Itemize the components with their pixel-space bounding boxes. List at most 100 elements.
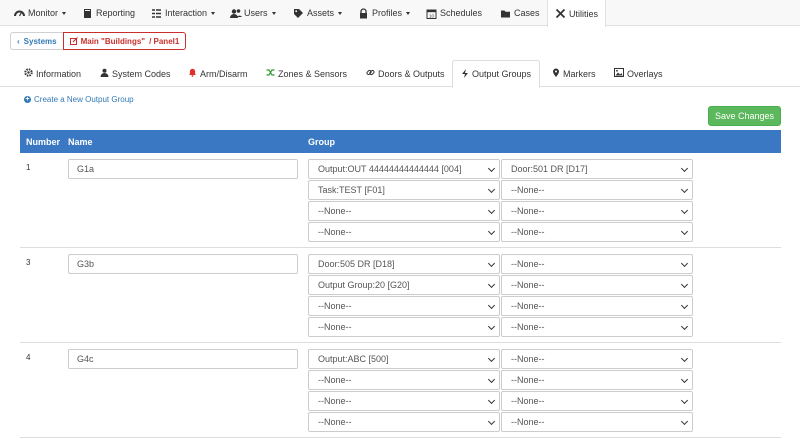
nav-monitor-label: Monitor: [28, 8, 59, 18]
nav-reporting-label: Reporting: [96, 8, 136, 18]
wrench-icon: [555, 8, 566, 19]
book-icon: [82, 8, 93, 19]
link-icon: [366, 68, 375, 79]
nav-interaction[interactable]: Interaction: [151, 0, 216, 26]
tab-markers[interactable]: Markers: [552, 60, 596, 87]
tab-doors-outputs[interactable]: Doors & Outputs: [366, 60, 445, 87]
group-member-select[interactable]: Output:OUT 44444444444444 [004]: [308, 159, 500, 179]
select-value: Output:OUT 44444444444444 [004]: [318, 164, 462, 174]
tab-system-codes-label: System Codes: [112, 68, 171, 79]
group-member-select[interactable]: Output Group:20 [G20]: [308, 275, 500, 295]
chevron-down-icon: [487, 301, 496, 310]
chevron-down-icon: [271, 11, 276, 15]
map-marker-icon: [552, 68, 560, 79]
group-member-select[interactable]: --None--: [501, 370, 693, 390]
row-number: 3: [26, 258, 31, 267]
select-value: Output:ABC [500]: [318, 354, 389, 364]
select-value: --None--: [318, 301, 352, 311]
group-member-select[interactable]: --None--: [308, 370, 500, 390]
table-row: 4 G4c Output:ABC [500] --None-- --None--…: [20, 343, 781, 438]
nav-assets[interactable]: Assets: [293, 0, 343, 26]
group-member-select[interactable]: --None--: [501, 201, 693, 221]
edit-icon: [69, 37, 78, 45]
nav-utilities[interactable]: Utilities: [547, 0, 607, 27]
group-member-select[interactable]: --None--: [501, 275, 693, 295]
group-member-select[interactable]: --None--: [501, 391, 693, 411]
group-member-select[interactable]: --None--: [501, 180, 693, 200]
tab-markers-label: Markers: [563, 68, 596, 79]
row-number: 1: [26, 163, 31, 172]
nav-reporting[interactable]: Reporting: [82, 0, 135, 26]
group-member-select[interactable]: --None--: [501, 412, 693, 432]
create-output-group-link[interactable]: + Create a New Output Group: [24, 95, 134, 104]
chevron-down-icon: [680, 206, 689, 215]
table-row: 3 G3b Door:505 DR [D18] --None-- Output …: [20, 248, 781, 343]
select-value: --None--: [511, 206, 545, 216]
chevron-down-icon: [680, 259, 689, 268]
group-name-input[interactable]: G3b: [68, 254, 298, 274]
group-member-select[interactable]: --None--: [501, 296, 693, 316]
nav-users[interactable]: Users: [230, 0, 276, 26]
group-member-select[interactable]: Door:501 DR [D17]: [501, 159, 693, 179]
tab-system-codes[interactable]: System Codes: [100, 60, 171, 87]
select-value: --None--: [318, 227, 352, 237]
nav-profiles[interactable]: Profiles: [358, 0, 411, 26]
group-member-select[interactable]: --None--: [501, 254, 693, 274]
group-member-select[interactable]: --None--: [308, 296, 500, 316]
select-value: --None--: [511, 396, 545, 406]
group-member-select[interactable]: --None--: [501, 349, 693, 369]
save-changes-button[interactable]: Save Changes: [708, 106, 781, 126]
breadcrumb: ‹ Systems Main "Buildings" / Panel1: [10, 32, 187, 50]
tab-zones-sensors-label: Zones & Sensors: [278, 68, 348, 79]
nav-cases-label: Cases: [514, 8, 540, 18]
group-member-select[interactable]: --None--: [308, 201, 500, 221]
tab-information[interactable]: Information: [24, 60, 81, 87]
nav-schedules-label: Schedules: [440, 8, 483, 18]
chevron-down-icon: [487, 280, 496, 289]
header-number: Number: [26, 137, 61, 147]
chevron-down-icon: [211, 11, 216, 15]
select-value: --None--: [511, 322, 545, 332]
group-name-input[interactable]: G4c: [68, 349, 298, 369]
breadcrumb-building-button[interactable]: Main "Buildings" / Panel1: [62, 32, 187, 50]
tab-doors-outputs-label: Doors & Outputs: [378, 68, 445, 79]
chevron-down-icon: [680, 227, 689, 236]
chevron-down-icon: [62, 11, 67, 15]
group-member-select[interactable]: --None--: [501, 222, 693, 242]
chevron-down-icon: [680, 301, 689, 310]
nav-users-label: Users: [244, 8, 268, 18]
nav-schedules[interactable]: 10 Schedules: [426, 0, 482, 26]
chevron-down-icon: [487, 185, 496, 194]
tab-zones-sensors[interactable]: Zones & Sensors: [266, 60, 347, 87]
tab-overlays-label: Overlays: [627, 68, 663, 79]
select-value: --None--: [511, 259, 545, 269]
tab-output-groups[interactable]: Output Groups: [452, 60, 541, 88]
group-member-select[interactable]: Task:TEST [F01]: [308, 180, 500, 200]
plus-circle-icon: +: [24, 96, 31, 103]
group-member-select[interactable]: --None--: [308, 317, 500, 337]
group-member-select[interactable]: Output:ABC [500]: [308, 349, 500, 369]
tab-arm-disarm-label: Arm/Disarm: [200, 68, 248, 79]
chevron-down-icon: [680, 396, 689, 405]
nav-utilities-label: Utilities: [569, 8, 599, 19]
chevron-down-icon: [680, 375, 689, 384]
nav-monitor[interactable]: Monitor: [14, 0, 67, 26]
select-value: --None--: [318, 206, 352, 216]
bell-icon: [188, 68, 197, 79]
group-member-select[interactable]: --None--: [308, 412, 500, 432]
group-member-select[interactable]: --None--: [308, 391, 500, 411]
nav-cases[interactable]: Cases: [500, 0, 540, 26]
chevron-down-icon: [487, 375, 496, 384]
select-value: --None--: [318, 417, 352, 427]
breadcrumb-systems-button[interactable]: ‹ Systems: [10, 32, 64, 50]
select-value: Door:501 DR [D17]: [511, 164, 588, 174]
group-name-input[interactable]: G1a: [68, 159, 298, 179]
group-member-select[interactable]: --None--: [501, 317, 693, 337]
group-member-select[interactable]: --None--: [308, 222, 500, 242]
tab-overlays[interactable]: Overlays: [614, 60, 663, 87]
tab-arm-disarm[interactable]: Arm/Disarm: [188, 60, 248, 87]
group-member-select[interactable]: Door:505 DR [D18]: [308, 254, 500, 274]
bolt-icon: [461, 68, 469, 80]
table-row: 1 G1a Output:OUT 44444444444444 [004] Do…: [20, 153, 781, 248]
select-value: --None--: [318, 375, 352, 385]
